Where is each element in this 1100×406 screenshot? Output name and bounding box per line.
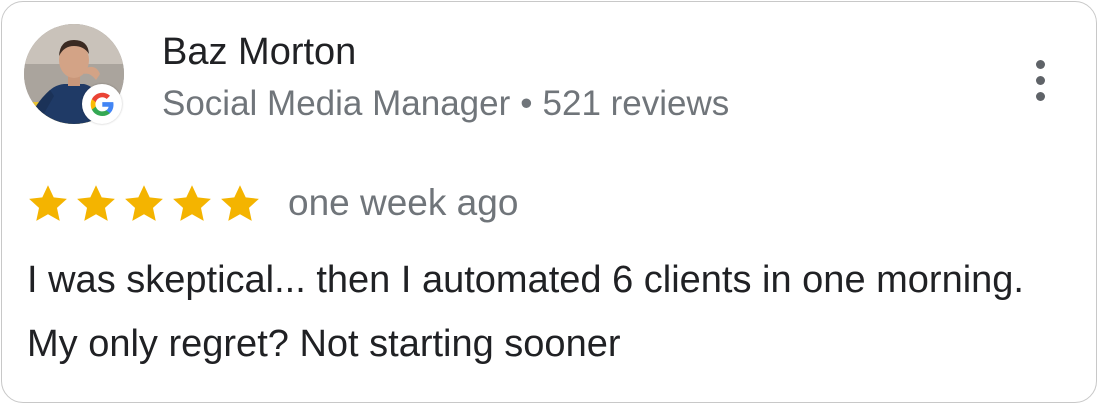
meta-separator: • bbox=[520, 84, 533, 123]
google-badge bbox=[82, 84, 122, 124]
star-icon bbox=[170, 182, 214, 226]
star-icon bbox=[74, 182, 118, 226]
star-icon bbox=[218, 182, 262, 226]
menu-dot bbox=[1036, 92, 1045, 101]
menu-dot bbox=[1036, 76, 1045, 85]
review-text: I was skeptical... then I automated 6 cl… bbox=[27, 259, 1024, 365]
star-icon bbox=[26, 182, 70, 226]
reviewer-name[interactable]: Baz Morton bbox=[162, 28, 356, 76]
reviewer-role: Social Media Manager bbox=[162, 84, 511, 123]
reviewer-meta: Social Media Manager • 521 reviews bbox=[162, 80, 729, 128]
star-rating bbox=[26, 182, 262, 226]
review-card: Baz Morton Social Media Manager • 521 revi… bbox=[1, 1, 1097, 403]
star-icon bbox=[122, 182, 166, 226]
review-time: one week ago bbox=[288, 182, 519, 223]
more-vert-icon[interactable] bbox=[1026, 60, 1056, 102]
google-g-icon bbox=[90, 92, 114, 116]
review-count[interactable]: 521 reviews bbox=[543, 84, 730, 123]
menu-dot bbox=[1036, 60, 1045, 69]
